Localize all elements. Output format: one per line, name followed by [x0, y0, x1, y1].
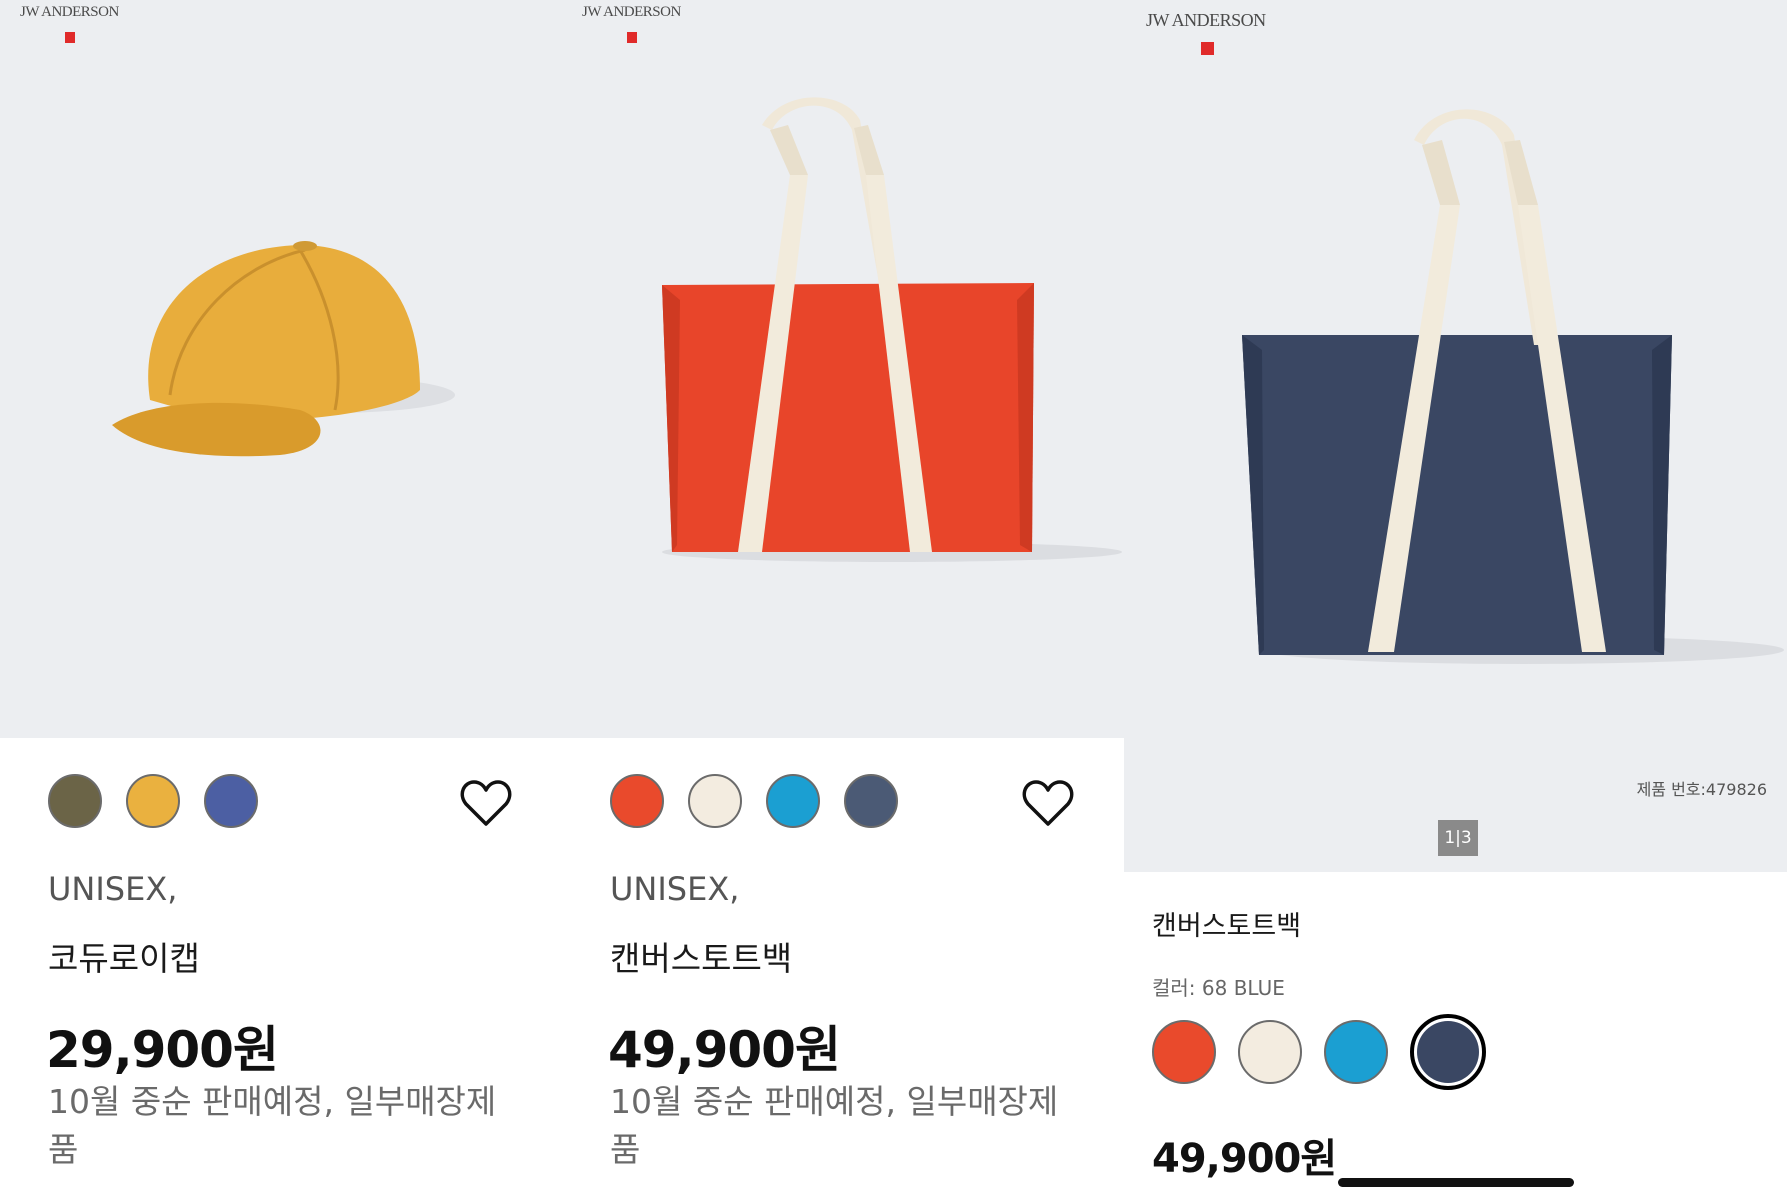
product-card-cap[interactable]: JW ANDERSON UNISEX, 코듀로이캡 29,900원 10월 중순… [0, 0, 562, 1202]
availability-note: 10월 중순 판매예정, 일부매장제품 [610, 1082, 1059, 1169]
image-pager[interactable]: 1|3 [1438, 820, 1478, 856]
swatch-cyan[interactable] [766, 774, 820, 828]
availability-note: 10월 중순 판매예정, 일부매장제품 [48, 1082, 497, 1169]
swatch-cyan[interactable] [1324, 1020, 1388, 1084]
color-swatches [1152, 1014, 1486, 1090]
swatch-yellow[interactable] [126, 774, 180, 828]
color-label: 컬러: 68 BLUE [1152, 976, 1285, 1000]
product-card-tote[interactable]: JW ANDERSON UNISEX, 캔버스토트백 49,900원 10월 중… [562, 0, 1124, 1202]
product-image-carousel[interactable]: JW ANDERSON 제품 번호:479826 1|3 [1124, 0, 1787, 872]
gender-label: UNISEX, [48, 870, 178, 908]
swatch-cream[interactable] [688, 774, 742, 828]
swatch-navy-selected[interactable] [1410, 1014, 1486, 1090]
product-name: 캔버스토트백 [1152, 911, 1302, 942]
product-name[interactable]: 캔버스토트백 [610, 932, 792, 980]
color-swatches [610, 774, 898, 828]
swatch-olive[interactable] [48, 774, 102, 828]
product-price: 49,900원 [1152, 1136, 1337, 1182]
product-image[interactable]: JW ANDERSON [0, 0, 562, 738]
navy-tote-image [1242, 109, 1784, 664]
home-indicator[interactable] [1338, 1178, 1574, 1187]
product-number: 제품 번호:479826 [1636, 780, 1767, 799]
gender-label: UNISEX, [610, 870, 740, 908]
cap-image [112, 241, 455, 457]
product-price: 29,900원 [46, 1021, 279, 1079]
color-swatches [48, 774, 258, 828]
product-name[interactable]: 코듀로이캡 [48, 932, 200, 980]
red-tote-image [662, 97, 1122, 562]
swatch-blue[interactable] [204, 774, 258, 828]
swatch-navy[interactable] [844, 774, 898, 828]
swatch-red[interactable] [1152, 1020, 1216, 1084]
swatch-cream[interactable] [1238, 1020, 1302, 1084]
product-price: 49,900원 [608, 1021, 841, 1079]
swatch-red[interactable] [610, 774, 664, 828]
heart-icon[interactable] [1022, 780, 1074, 828]
heart-icon[interactable] [460, 780, 512, 828]
product-image[interactable]: JW ANDERSON [562, 0, 1124, 738]
product-detail: JW ANDERSON 제품 번호:479826 1|3 캔버스토트백 컬러: … [1124, 0, 1787, 1202]
